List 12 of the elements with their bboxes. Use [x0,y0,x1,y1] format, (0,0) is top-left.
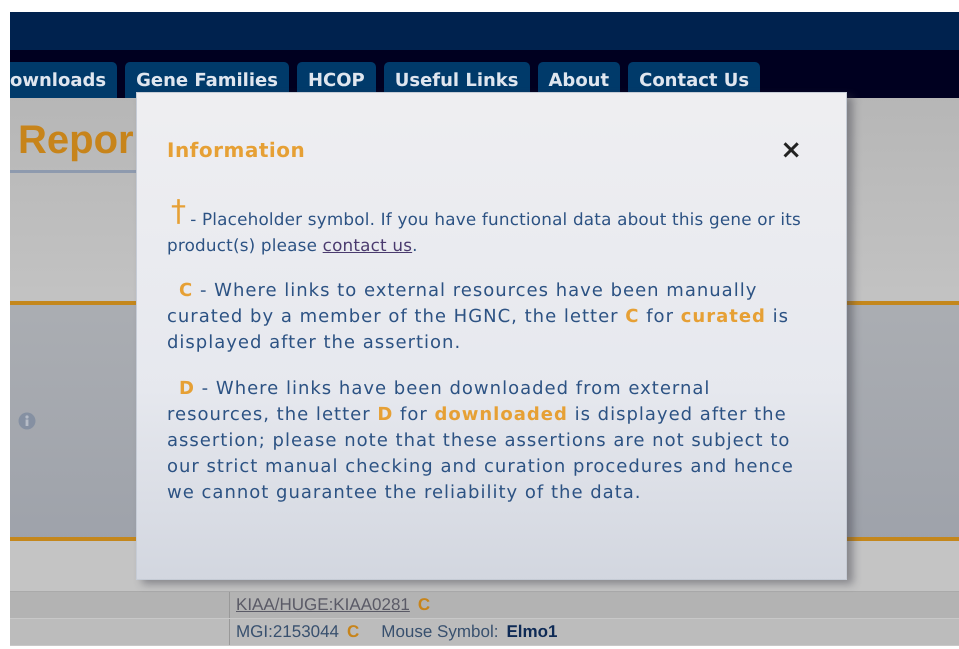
close-button[interactable]: × [780,137,802,163]
curation-letter: C [418,595,430,615]
info-icon[interactable] [18,412,36,430]
field-value: Elmo1 [506,622,558,642]
field-label: Mouse Symbol: [381,622,498,642]
reference-text: MGI:2153044 [236,622,340,642]
note-text: C - Where links to external resources have been manually curated by a member of the HGNC, the letter C for curated is displayed after the assertion. [167,279,790,355]
contact-link[interactable]: contact us [322,235,412,255]
note-text: D - Where links have been downloaded from external resources, the letter D for downloaded is displayed after the assertion; please note that these assertions are not subject to our strict manual checking and curation procedures and hence we cannot guarantee the reliability of the data. [167,377,795,505]
curation-letter: C [347,622,360,642]
dialog-title: Information [167,138,306,162]
nav-tab[interactable]: ownloads [10,62,118,98]
